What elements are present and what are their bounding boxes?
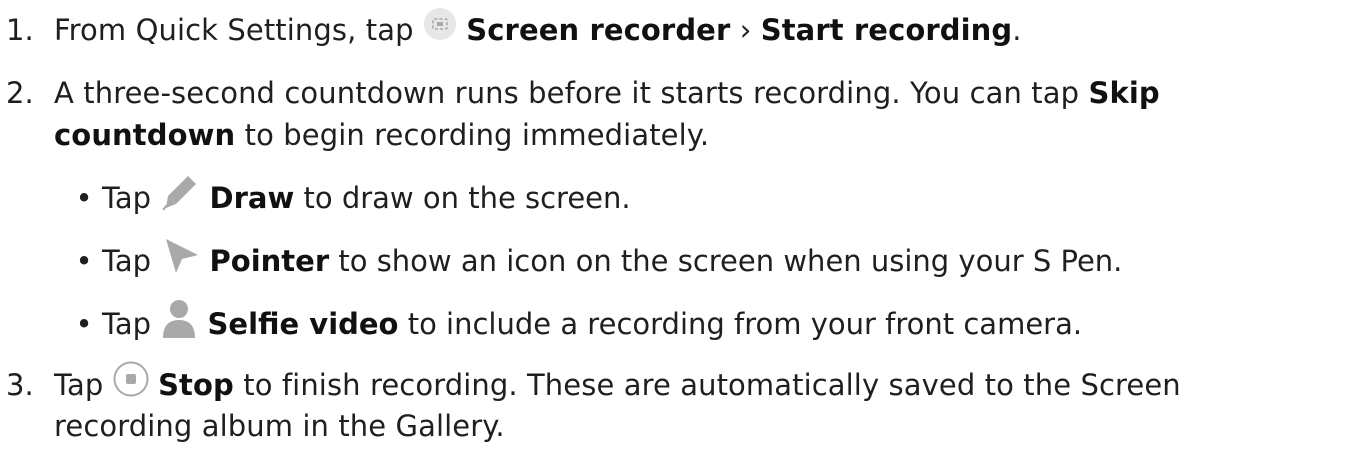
step-1: 1. From Quick Settings, tap Screen record… xyxy=(0,7,1022,54)
pointer-label: Pointer xyxy=(209,244,330,278)
bullet-text: Tap xyxy=(102,307,152,341)
bullet-dot: • xyxy=(75,244,93,278)
step-text: A three-second countdown runs before it … xyxy=(54,76,1080,110)
bullet-text: Tap xyxy=(102,181,152,215)
bullet-pointer: • Tap Pointer to show an icon on the scre… xyxy=(66,238,1122,288)
selfie-video-label: Selfie video xyxy=(207,307,399,341)
bullet-dot: • xyxy=(75,181,93,215)
bullet-text: to include a recording from your front c… xyxy=(407,307,1083,341)
pointer-icon xyxy=(160,235,200,285)
step-3-line-1: 3. Tap Stop to finish recording. These ar… xyxy=(0,361,1181,410)
bullet-dot: • xyxy=(75,307,93,341)
step-text: From Quick Settings, tap xyxy=(54,13,414,47)
step-number: 2. xyxy=(6,76,34,110)
bullet-text: to draw on the screen. xyxy=(303,181,631,215)
step-2-line-2: countdown to begin recording immediately… xyxy=(54,115,709,155)
step-3-line-2: recording album in the Gallery. xyxy=(54,406,505,446)
stop-label: Stop xyxy=(158,368,234,402)
step-text: to begin recording immediately. xyxy=(244,118,710,152)
separator: › xyxy=(739,13,752,47)
start-recording-label: Start recording xyxy=(760,13,1013,47)
bullet-draw: • Tap Draw to draw on the screen. xyxy=(66,175,631,225)
skip-label: Skip xyxy=(1088,76,1160,110)
bullet-text: Tap xyxy=(102,244,152,278)
bullet-text: to show an icon on the screen when using… xyxy=(338,244,1123,278)
step-text: to finish recording. These are automatic… xyxy=(243,368,1181,402)
period: . xyxy=(1012,13,1022,47)
selfie-person-icon xyxy=(160,298,198,348)
countdown-label: countdown xyxy=(54,118,236,152)
screen-recorder-label: Screen recorder xyxy=(466,13,731,47)
step-2-line-1: 2. A three-second countdown runs before i… xyxy=(0,73,1160,113)
screen-recorder-icon xyxy=(423,7,457,51)
draw-label: Draw xyxy=(209,181,295,215)
step-text: Tap xyxy=(54,368,104,402)
draw-pencil-icon xyxy=(160,172,200,222)
bullet-selfie: • Tap Selfie video to include a recording… xyxy=(66,298,1083,351)
step-text: recording album in the Gallery. xyxy=(54,409,505,443)
stop-icon xyxy=(113,361,149,407)
step-number: 1. xyxy=(6,13,34,47)
step-number: 3. xyxy=(6,368,34,402)
